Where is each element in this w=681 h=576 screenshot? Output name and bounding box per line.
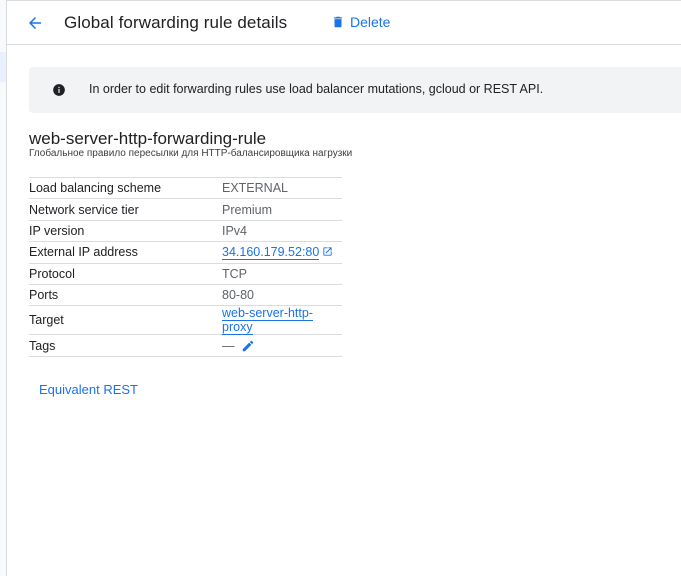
detail-value: EXTERNAL [222, 181, 288, 196]
info-icon [53, 84, 65, 96]
tags-value: — [222, 338, 235, 353]
detail-key: External IP address [29, 245, 138, 260]
table-row: Tags — [29, 334, 342, 357]
detail-value-cell: web-server-http-proxy [222, 306, 342, 336]
detail-value: 80-80 [222, 288, 254, 303]
detail-key: IP version [29, 223, 85, 238]
detail-value: TCP [222, 266, 247, 281]
detail-key: Tags [29, 338, 56, 353]
page-title: Global forwarding rule details [64, 13, 288, 32]
table-row: Ports 80-80 [29, 284, 342, 305]
info-banner-text: In order to edit forwarding rules use lo… [89, 82, 544, 96]
table-row: Protocol TCP [29, 263, 342, 284]
pencil-icon[interactable] [241, 339, 255, 353]
detail-value-cell: — [222, 335, 342, 356]
page-header: Global forwarding rule details Delete [7, 0, 681, 45]
detail-key: Protocol [29, 266, 75, 281]
detail-value-cell: 34.160.179.52:80 [222, 242, 342, 263]
detail-key: Ports [29, 288, 59, 303]
back-button[interactable] [23, 11, 47, 35]
detail-value: IPv4 [222, 223, 248, 238]
info-banner: In order to edit forwarding rules use lo… [29, 67, 681, 113]
target-proxy-link[interactable]: web-server-http-proxy [222, 306, 313, 336]
rule-name: web-server-http-forwarding-rule [29, 129, 267, 148]
delete-button[interactable]: Delete [331, 14, 390, 30]
detail-key: Load balancing scheme [29, 181, 162, 196]
detail-key: Network service tier [29, 202, 139, 217]
nav-rail-active-item[interactable] [0, 52, 6, 82]
arrow-back-icon [29, 17, 41, 29]
details-table: Load balancing scheme EXTERNAL Network s… [29, 177, 342, 357]
table-row: Network service tier Premium [29, 198, 342, 220]
detail-key: Target [29, 313, 64, 328]
table-row: Target web-server-http-proxy [29, 305, 342, 336]
left-nav-rail [0, 0, 7, 576]
open-in-new-icon[interactable] [322, 246, 333, 257]
table-row: External IP address 34.160.179.52:80 [29, 241, 342, 263]
table-row: IP version IPv4 [29, 220, 342, 241]
detail-value: Premium [222, 202, 273, 217]
delete-button-label: Delete [350, 14, 391, 30]
trash-icon [333, 16, 343, 28]
equivalent-rest-button[interactable]: Equivalent REST [39, 382, 138, 397]
external-ip-link[interactable]: 34.160.179.52:80 [222, 245, 320, 261]
rule-description: Глобальное правило пересылки для HTTP-ба… [29, 148, 353, 159]
table-row: Load balancing scheme EXTERNAL [29, 177, 342, 199]
